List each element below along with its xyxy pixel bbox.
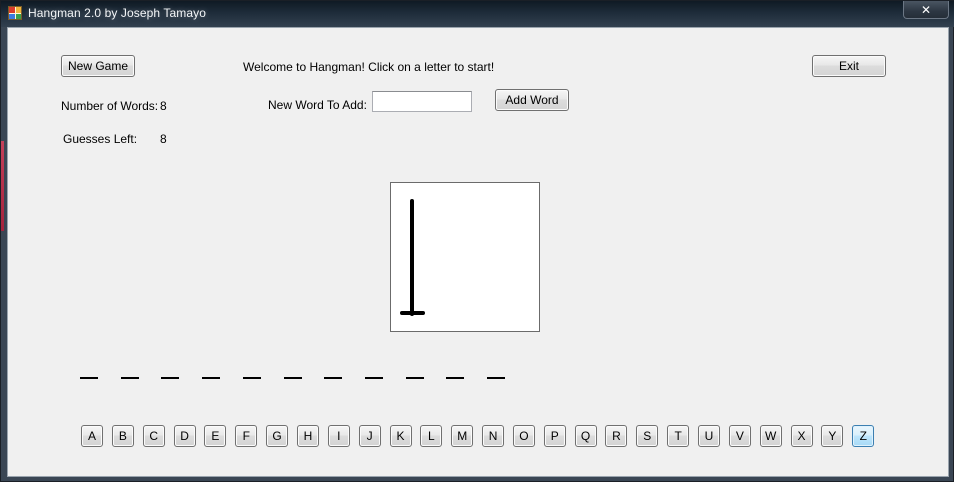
letter-blank	[446, 377, 465, 379]
letter-blank	[364, 377, 383, 379]
letter-blank	[487, 377, 505, 379]
letter-button-p[interactable]: P	[543, 425, 566, 447]
guesses-left-label: Guesses Left:	[63, 132, 138, 146]
letter-button-j[interactable]: J	[358, 425, 381, 447]
letter-blank	[283, 377, 302, 379]
letter-blank	[120, 377, 139, 379]
letter-button-x[interactable]: X	[790, 425, 813, 447]
letter-blank	[202, 377, 221, 379]
gallows-graphic	[400, 199, 425, 316]
title-bar[interactable]: Hangman 2.0 by Joseph Tamayo ✕	[1, 1, 954, 27]
letter-button-w[interactable]: W	[759, 425, 782, 447]
letter-button-s[interactable]: S	[636, 425, 659, 447]
letter-button-l[interactable]: L	[420, 425, 443, 447]
letter-button-i[interactable]: I	[327, 425, 350, 447]
background-edge	[1, 141, 4, 231]
letter-blank	[324, 377, 343, 379]
letter-button-d[interactable]: D	[173, 425, 196, 447]
close-icon: ✕	[920, 2, 932, 17]
letter-button-c[interactable]: C	[142, 425, 165, 447]
new-word-input[interactable]	[372, 91, 472, 112]
letter-button-u[interactable]: U	[698, 425, 720, 447]
letter-button-h[interactable]: H	[296, 425, 319, 447]
exit-button[interactable]: Exit	[812, 55, 886, 77]
letter-button-t[interactable]: T	[667, 425, 690, 447]
letter-button-v[interactable]: V	[728, 425, 751, 447]
hangman-drawing	[390, 182, 540, 332]
new-word-label: New Word To Add:	[268, 98, 367, 112]
app-window: Hangman 2.0 by Joseph Tamayo ✕ New Game …	[0, 0, 954, 482]
welcome-message: Welcome to Hangman! Click on a letter to…	[243, 60, 495, 74]
letter-button-m[interactable]: M	[451, 425, 474, 447]
app-icon	[8, 6, 22, 20]
letter-button-z[interactable]: Z	[852, 425, 875, 447]
number-of-words-label: Number of Words:	[61, 99, 159, 113]
letter-button-y[interactable]: Y	[821, 425, 844, 447]
number-of-words-value: 8	[160, 99, 167, 113]
letter-button-k[interactable]: K	[389, 425, 412, 447]
letter-button-b[interactable]: B	[111, 425, 134, 447]
letter-button-o[interactable]: O	[512, 425, 535, 447]
new-game-button[interactable]: New Game	[61, 55, 135, 77]
letter-button-f[interactable]: F	[235, 425, 258, 447]
letter-blank	[405, 377, 424, 379]
letter-blank	[80, 377, 98, 379]
window-title: Hangman 2.0 by Joseph Tamayo	[28, 6, 207, 20]
letter-button-e[interactable]: E	[204, 425, 227, 447]
letter-button-g[interactable]: G	[266, 425, 289, 447]
guesses-left-value: 8	[160, 132, 167, 146]
close-window-button[interactable]: ✕	[903, 1, 949, 19]
letter-button-a[interactable]: A	[81, 425, 103, 447]
letter-blank	[242, 377, 261, 379]
letter-blank	[161, 377, 180, 379]
letter-button-q[interactable]: Q	[574, 425, 597, 447]
letter-button-n[interactable]: N	[482, 425, 505, 447]
add-word-button[interactable]: Add Word	[495, 89, 569, 111]
client-area: New Game Welcome to Hangman! Click on a …	[7, 27, 949, 477]
letter-button-r[interactable]: R	[605, 425, 628, 447]
